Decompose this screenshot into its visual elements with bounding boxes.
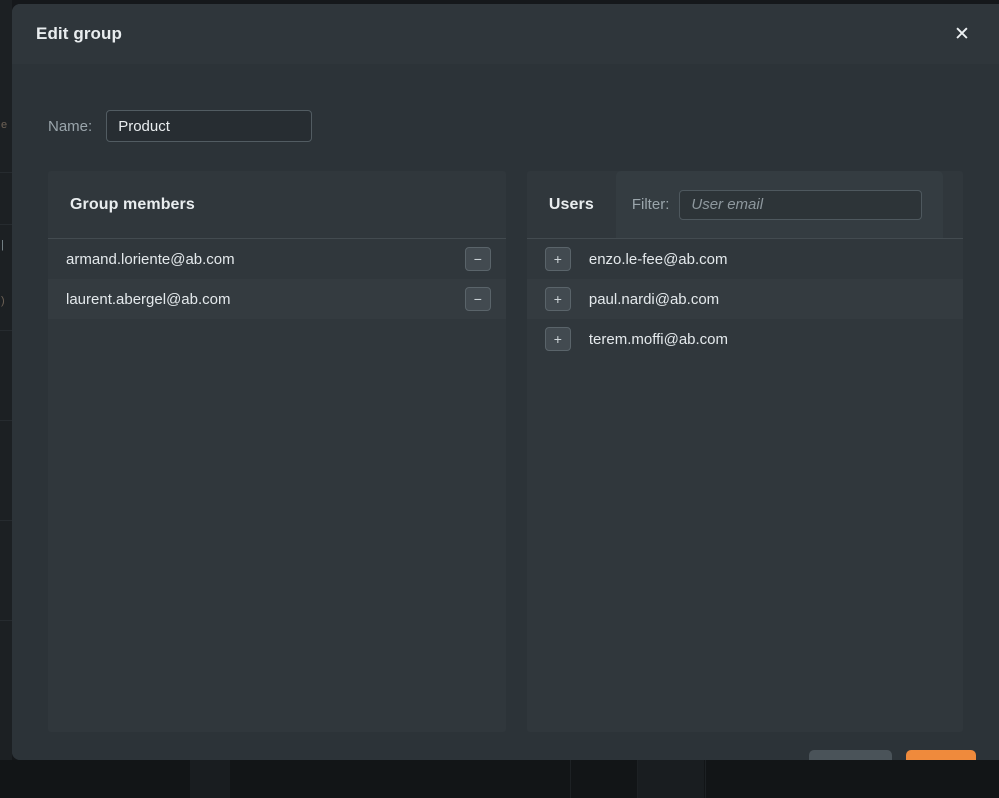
backdrop-taskbar: [0, 760, 999, 798]
add-user-icon[interactable]: +: [544, 247, 571, 271]
filter-label: Filter:: [631, 196, 670, 213]
backdrop-band: [0, 420, 12, 421]
table-row[interactable]: laurent.abergel@ab.com −: [48, 279, 506, 319]
dialog-footer: Cancel Save: [12, 732, 999, 760]
users-filter-group: Filter:: [615, 171, 943, 238]
page-title: Edit group: [36, 24, 122, 43]
backdrop-band: [0, 520, 12, 521]
backdrop-band: [0, 224, 12, 225]
name-row: Name:: [48, 104, 975, 148]
taskbar-divider: [705, 760, 706, 798]
user-email: paul.nardi@ab.com: [588, 290, 720, 308]
taskbar-divider: [570, 760, 571, 798]
edit-group-dialog: Edit group ✕ Name: Group members armand.…: [12, 4, 999, 760]
users-list[interactable]: + enzo.le-fee@ab.com + paul.nardi@ab.com…: [526, 239, 963, 732]
taskbar-block: [190, 760, 230, 798]
member-email: armand.loriente@ab.com: [66, 250, 235, 268]
list-item[interactable]: + terem.moffi@ab.com: [527, 319, 963, 359]
backdrop-left-strip: [0, 0, 12, 760]
backdrop-band: [0, 620, 12, 621]
group-name-input[interactable]: [106, 110, 313, 142]
backdrop-glyph: ): [1, 295, 5, 307]
backdrop-band: [0, 330, 12, 331]
add-user-icon[interactable]: +: [544, 287, 571, 311]
dialog-header: Edit group ✕: [12, 4, 999, 64]
group-members-header: Group members: [48, 171, 506, 239]
member-email: laurent.abergel@ab.com: [66, 290, 231, 308]
group-members-list[interactable]: armand.loriente@ab.com − laurent.abergel…: [48, 239, 506, 732]
remove-member-icon[interactable]: −: [464, 287, 491, 311]
close-icon[interactable]: ✕: [949, 21, 975, 47]
name-label: Name:: [48, 117, 93, 135]
remove-member-icon[interactable]: −: [464, 247, 491, 271]
list-item[interactable]: + paul.nardi@ab.com: [526, 279, 963, 319]
backdrop-glyph: e: [1, 119, 8, 131]
users-header: Users Filter:: [526, 171, 963, 239]
user-email: enzo.le-fee@ab.com: [588, 250, 728, 268]
backdrop-glyph: |: [1, 239, 4, 251]
list-item[interactable]: + enzo.le-fee@ab.com: [527, 239, 963, 279]
save-button[interactable]: Save: [906, 750, 976, 760]
group-members-title: Group members: [70, 195, 195, 213]
panels-container: Group members armand.loriente@ab.com − l…: [48, 171, 963, 732]
cancel-button[interactable]: Cancel: [809, 750, 892, 760]
users-panel: Users Filter: + enzo.le-fee@ab.com + pau…: [526, 171, 963, 732]
add-user-icon[interactable]: +: [544, 327, 571, 351]
group-members-panel: Group members armand.loriente@ab.com − l…: [48, 171, 506, 732]
backdrop-band: [0, 172, 12, 173]
users-title: Users: [548, 195, 594, 213]
dialog-body: Name: Group members armand.loriente@ab.c…: [12, 64, 999, 732]
taskbar-block: [638, 760, 704, 798]
user-email: terem.moffi@ab.com: [588, 330, 729, 348]
table-row[interactable]: armand.loriente@ab.com −: [48, 239, 506, 279]
user-filter-input[interactable]: [679, 189, 923, 220]
